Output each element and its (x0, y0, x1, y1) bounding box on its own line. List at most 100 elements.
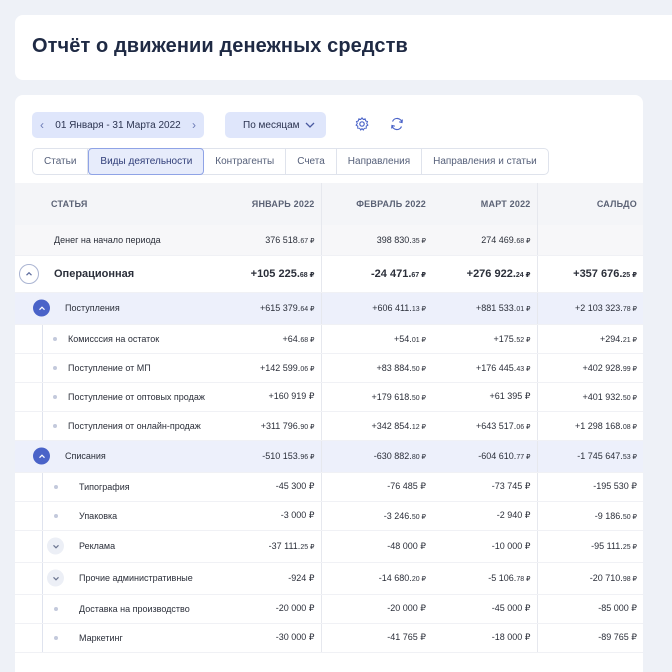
table-row[interactable]: Операционная +105 225.68 ₽ -24 471.67 ₽ +27… (15, 255, 643, 293)
value-cell: +176 445.43 ₽ (432, 353, 537, 383)
value-main: -1 745 647. (577, 451, 623, 461)
value-fraction: 80 ₽ (411, 454, 426, 461)
value-main: +54. (394, 333, 412, 344)
tab-3[interactable]: Счета (286, 149, 337, 174)
value-main: -30 000 ₽ (275, 632, 315, 642)
value-main: -20 000 ₽ (275, 603, 315, 613)
tree-line (42, 623, 43, 651)
value-fraction: 78 ₽ (516, 576, 531, 583)
value-main: +175. (493, 333, 517, 344)
value-fraction: 68 ₽ (516, 237, 531, 245)
value-main: -95 111. (591, 541, 623, 551)
table-row[interactable]: Поступление от МП +142 599.06 ₽ +83 884.50… (15, 353, 643, 383)
value-main: +401 932. (582, 391, 623, 402)
title-card: Отчёт о движении денежных средств (15, 15, 672, 80)
tree-line (42, 472, 43, 500)
value-main: -85 000 ₽ (598, 603, 637, 613)
row-label: Операционная (54, 267, 135, 280)
value-cell: -10 000 ₽ (432, 530, 537, 563)
value-main: +311 796. (260, 420, 301, 431)
value-cell: -48 000 ₽ (321, 530, 432, 563)
value-cell: 398 830.35 ₽ (321, 225, 432, 256)
value-main: 376 518. (265, 234, 301, 245)
value-main: 274 469. (481, 234, 517, 245)
tree-line (42, 530, 43, 561)
table-row[interactable]: Маркетинг -30 000 ₽ -41 765 ₽ -18 000 ₽ -89 … (15, 623, 643, 653)
column-header-article[interactable]: СТАТЬЯ (15, 183, 221, 225)
table-row[interactable]: Доставка на производство -20 000 ₽ -20 000… (15, 594, 643, 624)
collapse-toggle-icon[interactable] (33, 447, 50, 465)
value-main: -45 000 ₽ (491, 603, 531, 613)
value-main: +160 919 ₽ (268, 391, 315, 401)
column-header-january[interactable]: ЯНВАРЬ 2022 (221, 183, 322, 225)
value-main: -10 000 ₽ (491, 540, 531, 551)
table-row[interactable]: Денег на начало периода 376 518.67 ₽398 8… (15, 225, 643, 256)
value-main: +276 922. (466, 267, 516, 280)
column-header-february[interactable]: ФЕВРАЛЬ 2022 (321, 183, 432, 225)
value-fraction: 06 ₽ (300, 365, 315, 373)
chevron-right-icon[interactable]: › (184, 118, 204, 132)
value-main: +2 103 323. (575, 303, 623, 313)
value-main: -37 111. (268, 541, 301, 551)
value-main: -73 745 ₽ (491, 481, 531, 491)
refresh-icon[interactable] (389, 116, 405, 132)
tab-5[interactable]: Направления и статьи (422, 149, 548, 174)
value-cell: +1 298 168.08 ₽ (536, 411, 643, 441)
value-main: -24 471. (371, 267, 412, 280)
value-cell: 274 469.68 ₽ (432, 225, 537, 256)
tab-0[interactable]: Статьи (33, 149, 89, 174)
value-fraction: 08 ₽ (622, 423, 637, 431)
value-main: +1 298 168. (575, 420, 623, 431)
table-row[interactable]: Списания -510 153.96 ₽ -630 882.80 ₽ -604 6… (15, 440, 643, 473)
value-main: -924 ₽ (288, 572, 315, 583)
tree-line (42, 382, 43, 410)
row-name-cell: Поступления от онлайн-продаж (15, 411, 221, 441)
tab-2[interactable]: Контрагенты (204, 149, 287, 174)
value-main: -76 485 ₽ (387, 481, 426, 491)
value-fraction: 35 ₽ (411, 237, 426, 245)
table-row[interactable]: Поступления от онлайн-продаж +311 796.90 … (15, 411, 643, 441)
period-select[interactable]: По месяцам (225, 112, 326, 138)
value-cell: -37 111.25 ₽ (221, 530, 322, 563)
column-header-march[interactable]: МАРТ 2022 (432, 183, 537, 225)
collapse-toggle-icon[interactable] (19, 263, 39, 284)
expand-toggle-icon[interactable] (47, 569, 64, 587)
value-main: -604 610. (478, 451, 517, 461)
table-row[interactable]: Типография -45 300 ₽ -76 485 ₽ -73 745 ₽ -19… (15, 472, 643, 502)
value-main: +64. (282, 333, 301, 344)
value-fraction: 68 ₽ (300, 336, 315, 344)
row-name-cell: Прочие административные (15, 562, 221, 595)
row-label: Списания (65, 451, 106, 461)
row-label: Поступления (65, 303, 120, 313)
value-fraction: 53 ₽ (622, 454, 637, 461)
tab-4[interactable]: Направления (337, 149, 423, 174)
value-fraction: 25 ₽ (622, 544, 637, 551)
value-fraction: 67 ₽ (411, 271, 426, 279)
tab-1[interactable]: Виды деятельности (88, 148, 205, 175)
tree-line (42, 501, 43, 529)
date-range-picker[interactable]: ‹ 01 Января - 31 Марта 2022 › (32, 112, 204, 138)
value-cell: +105 225.68 ₽ (221, 255, 322, 293)
value-main: -20 710. (589, 573, 623, 583)
gear-icon[interactable] (354, 116, 370, 132)
table-row[interactable]: Комисссия на остаток +64.68 ₽ +54.01 ₽ +175… (15, 324, 643, 354)
table-row[interactable]: Поступления +615 379.64 ₽ +606 411.13 ₽ +88… (15, 292, 643, 325)
column-header-balance[interactable]: САЛЬДО (536, 183, 643, 225)
expand-toggle-icon[interactable] (47, 537, 64, 555)
collapse-toggle-icon[interactable] (33, 299, 50, 317)
table-row[interactable]: Прочие административные -924 ₽ -14 680.20 … (15, 562, 643, 595)
table-row[interactable]: Реклама -37 111.25 ₽ -48 000 ₽ -10 000 ₽ -95… (15, 530, 643, 563)
value-cell: -2 940 ₽ (432, 501, 537, 531)
chevron-left-icon[interactable]: ‹ (32, 118, 52, 132)
value-cell: +61 395 ₽ (432, 382, 537, 412)
value-cell: -45 300 ₽ (221, 472, 322, 502)
value-main: -9 186. (594, 510, 623, 521)
value-cell: 376 518.67 ₽ (221, 225, 322, 256)
row-name-cell: Списания (15, 440, 221, 473)
table-row[interactable]: Поступление от оптовых продаж +160 919 ₽ +… (15, 382, 643, 412)
bullet-icon (53, 423, 57, 428)
value-fraction: 20 ₽ (411, 576, 426, 583)
table-row[interactable]: Упаковка -3 000 ₽ -3 246.50 ₽ -2 940 ₽ -9 18… (15, 501, 643, 531)
value-fraction: 25 ₽ (622, 271, 637, 279)
row-label: Комисссия на остаток (68, 333, 160, 344)
